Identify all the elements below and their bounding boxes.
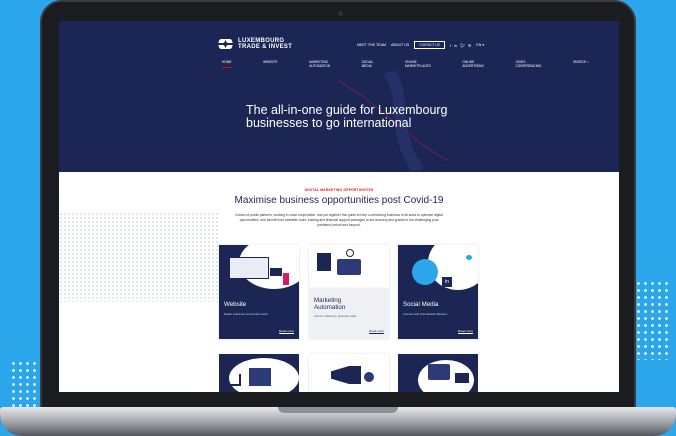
megaphone-icon bbox=[331, 366, 361, 384]
main-navigation: HOME WEBSITE MARKETING AUTOMATION SOCIAL M… bbox=[222, 60, 589, 68]
card-illustration bbox=[309, 245, 389, 339]
linkedin-badge-icon: in bbox=[442, 277, 452, 287]
logo[interactable]: LUXEMBOURG TRADE & INVEST bbox=[218, 38, 293, 50]
dollar-badge-icon bbox=[364, 372, 374, 382]
card-marketing-automation[interactable]: Marketing Automation Improve efficiency,… bbox=[309, 245, 389, 339]
nav-search[interactable]: SEARCH ⌕ bbox=[572, 60, 589, 65]
logo-mark-icon bbox=[218, 38, 233, 50]
card-title-line2: Automation bbox=[314, 304, 346, 311]
card-illustration bbox=[219, 245, 299, 339]
camera-icon bbox=[338, 11, 343, 16]
card-social-media[interactable]: in Social Media Connect with internation… bbox=[398, 245, 478, 339]
search-label: SEARCH bbox=[572, 60, 587, 64]
clock-icon bbox=[346, 249, 354, 257]
card-website[interactable]: Website Reach customers around the world… bbox=[219, 245, 299, 339]
card-description: Reach customers around the world bbox=[224, 312, 268, 316]
facebook-icon[interactable]: f bbox=[450, 43, 451, 48]
logo-line-2: TRADE & INVEST bbox=[238, 44, 293, 50]
phone-icon bbox=[283, 273, 289, 285]
top-navigation: MEET THE TEAM ABOUT US CONTACT US f in 🐦… bbox=[357, 41, 484, 49]
email-icon[interactable]: ✉ bbox=[468, 43, 471, 48]
meet-the-team-link[interactable]: MEET THE TEAM bbox=[357, 43, 386, 47]
read-more-link[interactable]: Read more bbox=[369, 329, 384, 333]
nav-online-marketplaces[interactable]: ONLINE MARKETPLACES bbox=[404, 60, 431, 68]
globe-icon bbox=[412, 259, 438, 285]
nav-marketing-automation[interactable]: MARKETING AUTOMATION bbox=[309, 60, 331, 68]
nav-website-label: WEBSITE bbox=[263, 60, 278, 64]
read-more-link[interactable]: Read more bbox=[279, 329, 294, 333]
card-title-line1: Marketing bbox=[314, 297, 342, 304]
browser-screen: LUXEMBOURG TRADE & INVEST MEET THE TEAM … bbox=[59, 21, 619, 392]
laptop-frame: LUXEMBOURG TRADE & INVEST MEET THE TEAM … bbox=[40, 0, 636, 410]
about-us-link[interactable]: ABOUT US bbox=[391, 43, 409, 47]
card-title: Marketing Automation bbox=[314, 297, 345, 311]
chart-card-icon bbox=[317, 253, 331, 271]
card-title: Social Media bbox=[403, 301, 439, 308]
decorative-world-map bbox=[59, 212, 219, 302]
card-title: Website bbox=[224, 301, 247, 308]
card-description: Connect with international followers bbox=[403, 312, 447, 316]
hero-banner: LUXEMBOURG TRADE & INVEST MEET THE TEAM … bbox=[59, 21, 619, 172]
content-section: DIGITAL MARKETING OPPORTUNITIES Maximise… bbox=[59, 172, 619, 392]
shopping-cart-icon bbox=[225, 374, 241, 386]
linkedin-icon[interactable]: in bbox=[454, 43, 457, 48]
read-more-link[interactable]: Read more bbox=[458, 329, 473, 333]
card-video-conferencing[interactable] bbox=[398, 354, 478, 392]
language-selector[interactable]: EN ▾ bbox=[476, 43, 484, 47]
twitter-icon[interactable]: 🐦︎ bbox=[460, 43, 465, 48]
video-icon bbox=[269, 267, 283, 277]
browser-window-icon bbox=[229, 257, 269, 279]
nav-label-line2: AUTOMATION bbox=[309, 63, 331, 68]
card-description: Improve efficiency, generate leads bbox=[314, 314, 357, 318]
section-intro: A team of public partners, working in cl… bbox=[235, 213, 443, 227]
contact-us-button[interactable]: CONTACT US bbox=[414, 41, 445, 49]
card-online-marketplaces[interactable] bbox=[219, 354, 299, 392]
nav-website[interactable]: WEBSITE bbox=[263, 60, 278, 65]
nav-video-conferencing[interactable]: VIDEO CONFERENCING bbox=[515, 60, 542, 68]
social-links: f in 🐦︎ ✉ bbox=[450, 43, 472, 48]
card-illustration: in bbox=[398, 245, 478, 339]
envelope-icon bbox=[337, 259, 361, 275]
hero-title: The all-in-one guide for Luxembourg busi… bbox=[246, 103, 448, 130]
nav-label-line2: MEDIA bbox=[361, 63, 372, 68]
storefront-icon bbox=[249, 368, 271, 386]
nav-label-line2: CONFERENCING bbox=[515, 63, 542, 68]
video-play-icon bbox=[428, 364, 450, 380]
monitor-icon bbox=[454, 372, 470, 384]
card-online-advertising[interactable] bbox=[309, 354, 389, 392]
twitter-bird-icon bbox=[466, 255, 472, 260]
section-kicker: DIGITAL MARKETING OPPORTUNITIES bbox=[304, 188, 374, 192]
nav-home[interactable]: HOME bbox=[222, 60, 232, 68]
section-headline: Maximise business opportunities post Cov… bbox=[234, 195, 444, 206]
search-icon: ⌕ bbox=[587, 60, 589, 64]
laptop-notch bbox=[278, 407, 398, 413]
nav-online-advertising[interactable]: ONLINE ADVERTISING bbox=[462, 60, 484, 68]
nav-label-line2: ADVERTISING bbox=[462, 63, 484, 68]
nav-social-media[interactable]: SOCIAL MEDIA bbox=[361, 60, 374, 68]
nav-label-line2: MARKETPLACES bbox=[404, 63, 431, 68]
